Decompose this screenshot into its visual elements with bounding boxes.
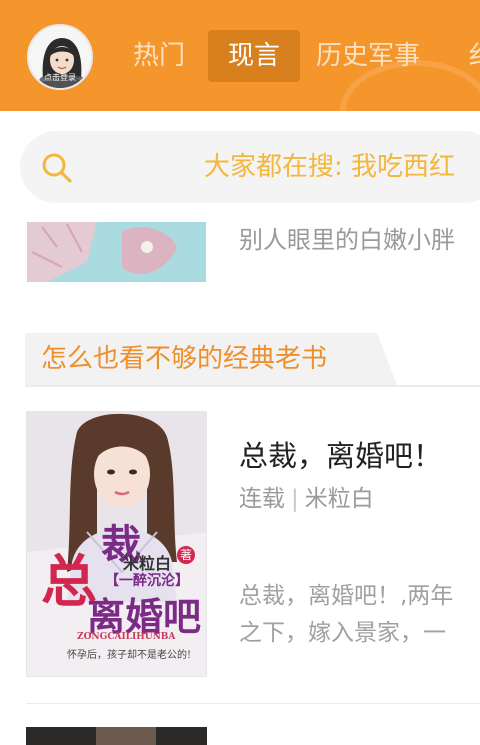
- avatar-login-label: 点击登录: [44, 73, 76, 82]
- book-status: 连载: [239, 486, 285, 512]
- book-title[interactable]: 总裁，离婚吧！: [239, 436, 442, 476]
- meta-separator: |: [291, 486, 299, 512]
- cover-tag: 著: [177, 546, 195, 564]
- search-suggestion-text: 大家都在搜: 我吃西红: [204, 152, 456, 182]
- book-description-line: 总裁，离婚吧！,两年: [239, 583, 454, 609]
- book-cover[interactable]: 裁 总 米粒白 著 【一醉沉沦】 离婚吧 ZONGCAILIHUNBA 怀孕后，…: [26, 411, 207, 677]
- row-divider: [26, 703, 480, 704]
- cover-illustration: [26, 727, 207, 745]
- book-cover-thumbnail[interactable]: [26, 727, 207, 745]
- tab-modern-romance[interactable]: 现言: [208, 30, 300, 82]
- search-bar[interactable]: 大家都在搜: 我吃西红: [20, 131, 480, 203]
- book-description: 总裁，离婚吧！,两年 之下，嫁入景家，一: [239, 578, 480, 652]
- cover-pinyin: ZONGCAILIHUNBA: [77, 632, 176, 642]
- top-header: 点击登录 热门 现言 历史军事 纟: [0, 0, 480, 111]
- tab-hot[interactable]: 热门: [133, 30, 185, 82]
- book-description-line: 之下，嫁入景家，一: [239, 620, 446, 646]
- tab-partial[interactable]: 纟: [468, 30, 480, 82]
- book-cover-thumbnail[interactable]: [27, 222, 206, 282]
- cover-illustration: [27, 222, 206, 282]
- avatar-login-button[interactable]: 点击登录: [27, 24, 93, 90]
- tab-history-military[interactable]: 历史军事: [316, 30, 420, 82]
- search-icon: [42, 153, 72, 183]
- cover-tagline: 怀孕后，孩子却不是老公的!: [67, 650, 192, 661]
- book-author: 米粒白: [304, 486, 374, 512]
- book-meta: 连载 | 米粒白: [239, 481, 374, 517]
- book-description: 别人眼里的白嫩小胖: [239, 226, 455, 254]
- section-divider: [25, 385, 480, 387]
- section-title: 怎么也看不够的经典老书: [41, 344, 328, 374]
- section-header: 怎么也看不够的经典老书: [25, 333, 397, 385]
